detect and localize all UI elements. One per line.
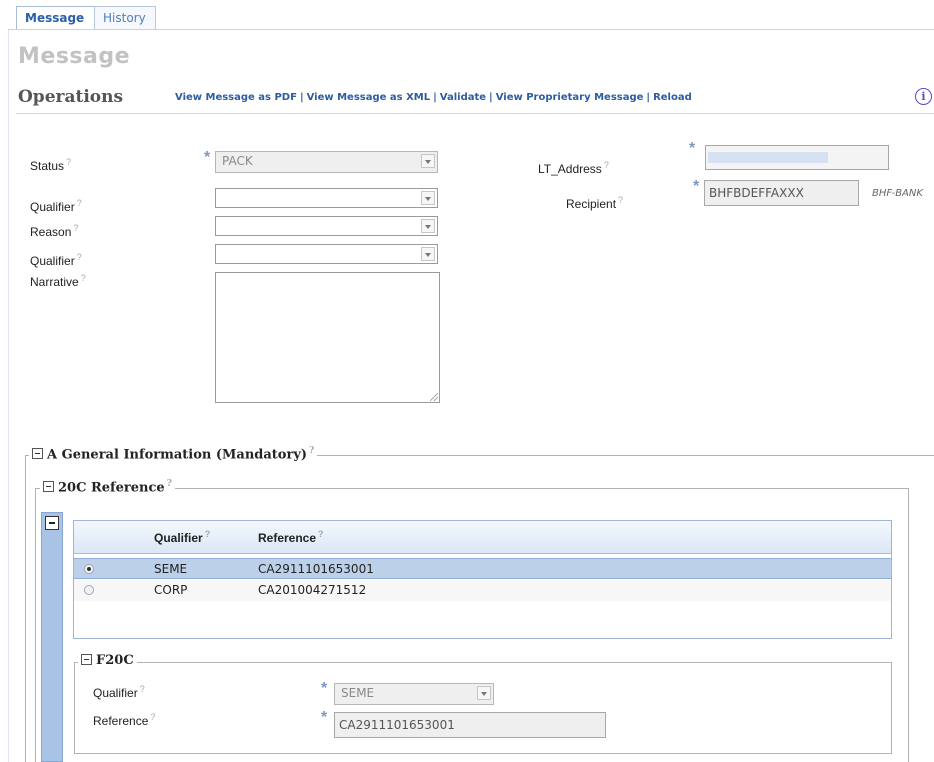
help-icon[interactable]: ? [318, 529, 324, 539]
reason-select[interactable] [215, 216, 438, 236]
link-separator: | [646, 92, 651, 103]
help-icon[interactable]: ? [618, 195, 623, 205]
lt-address-value-bar [708, 152, 828, 163]
help-icon[interactable]: ? [140, 684, 145, 694]
content-border [8, 30, 9, 762]
required-marker: * [321, 680, 328, 697]
table-row[interactable]: CORP CA201004271512 [74, 580, 891, 601]
lt-address-label: LT_Address? [538, 160, 609, 176]
column-header-qualifier[interactable]: Qualifier? [154, 529, 210, 545]
repeat-sidebar [41, 512, 63, 762]
operations-title: Operations [18, 87, 124, 107]
f20c-legend[interactable]: F20C [78, 653, 137, 668]
table-row[interactable]: SEME CA2911101653001 [74, 558, 891, 579]
view-pdf-link[interactable]: View Message as PDF [175, 92, 297, 103]
qualifier-label: Qualifier? [30, 198, 82, 214]
help-icon[interactable]: ? [81, 273, 86, 283]
collapse-icon[interactable] [45, 516, 59, 530]
operations-divider [16, 113, 934, 114]
info-icon[interactable]: i [915, 88, 932, 105]
help-icon[interactable]: ? [150, 712, 155, 722]
help-icon[interactable]: ? [604, 160, 609, 170]
help-icon[interactable]: ? [66, 157, 71, 167]
link-separator: | [489, 92, 493, 103]
f20c-qualifier-select[interactable]: SEME [334, 683, 494, 705]
collapse-icon[interactable] [32, 448, 43, 460]
status-select[interactable]: PACK [215, 151, 438, 173]
f20c-reference-input[interactable]: CA2911101653001 [334, 712, 606, 738]
help-icon[interactable]: ? [167, 479, 172, 489]
dropdown-arrow-icon[interactable] [421, 219, 435, 233]
f20c-qualifier-label: Qualifier? [93, 684, 145, 700]
required-marker: * [204, 149, 211, 166]
cell-reference: CA201004271512 [258, 583, 367, 597]
reference-legend[interactable]: 20C Reference? [40, 479, 175, 496]
help-icon[interactable]: ? [309, 446, 314, 456]
required-marker: * [689, 140, 696, 157]
dropdown-arrow-icon[interactable] [421, 154, 435, 168]
narrative-textarea[interactable] [215, 272, 440, 403]
f20c-reference-value: CA2911101653001 [339, 718, 455, 732]
view-xml-link[interactable]: View Message as XML [307, 92, 431, 103]
recipient-label: Recipient? [566, 195, 624, 211]
status-label: Status? [30, 157, 72, 173]
recipient-input[interactable]: BHFBDEFFAXXX [704, 180, 859, 206]
required-marker: * [321, 709, 328, 726]
operations-links: View Message as PDF | View Message as XML |… [175, 92, 692, 103]
recipient-bank-name: BHF-BANK [872, 188, 923, 199]
reload-link[interactable]: Reload [653, 92, 692, 103]
narrative-label: Narrative? [30, 273, 86, 289]
collapse-icon[interactable] [81, 654, 92, 665]
tab-message[interactable]: Message [16, 6, 96, 30]
view-proprietary-link[interactable]: View Proprietary Message [496, 92, 644, 103]
reference-grid: Qualifier? Reference? SEME CA29111016530… [73, 520, 892, 639]
link-separator: | [433, 92, 437, 103]
f20c-fieldset [74, 662, 892, 754]
resize-grip-icon[interactable] [430, 393, 438, 401]
row-radio[interactable] [84, 564, 94, 574]
dropdown-arrow-icon[interactable] [421, 191, 435, 205]
row-radio[interactable] [84, 585, 94, 595]
qualifier2-label: Qualifier? [30, 252, 82, 268]
grid-header: Qualifier? Reference? [74, 521, 891, 554]
status-value: PACK [222, 154, 253, 168]
cell-reference: CA2911101653001 [258, 562, 374, 576]
reason-label: Reason? [30, 223, 79, 239]
help-icon[interactable]: ? [77, 198, 82, 208]
qualifier-select[interactable] [215, 188, 438, 208]
cell-qualifier: CORP [154, 583, 188, 597]
column-header-reference[interactable]: Reference? [258, 529, 324, 545]
dropdown-arrow-icon[interactable] [421, 247, 435, 261]
lt-address-input[interactable] [705, 145, 889, 170]
cell-qualifier: SEME [154, 562, 188, 576]
help-icon[interactable]: ? [77, 252, 82, 262]
recipient-value: BHFBDEFFAXXX [709, 186, 804, 200]
f20c-qualifier-value: SEME [341, 686, 375, 700]
tab-history[interactable]: History [94, 6, 156, 29]
page-title: Message [18, 44, 131, 69]
help-icon[interactable]: ? [73, 223, 78, 233]
dropdown-arrow-icon[interactable] [477, 686, 491, 700]
qualifier2-select[interactable] [215, 244, 438, 264]
f20c-reference-label: Reference? [93, 712, 156, 728]
help-icon[interactable]: ? [205, 529, 211, 539]
section-a-legend[interactable]: A General Information (Mandatory)? [29, 446, 318, 463]
link-separator: | [299, 92, 304, 103]
collapse-icon[interactable] [43, 481, 54, 493]
required-marker: * [693, 178, 700, 195]
tab-divider [8, 29, 934, 30]
validate-link[interactable]: Validate [440, 92, 486, 103]
